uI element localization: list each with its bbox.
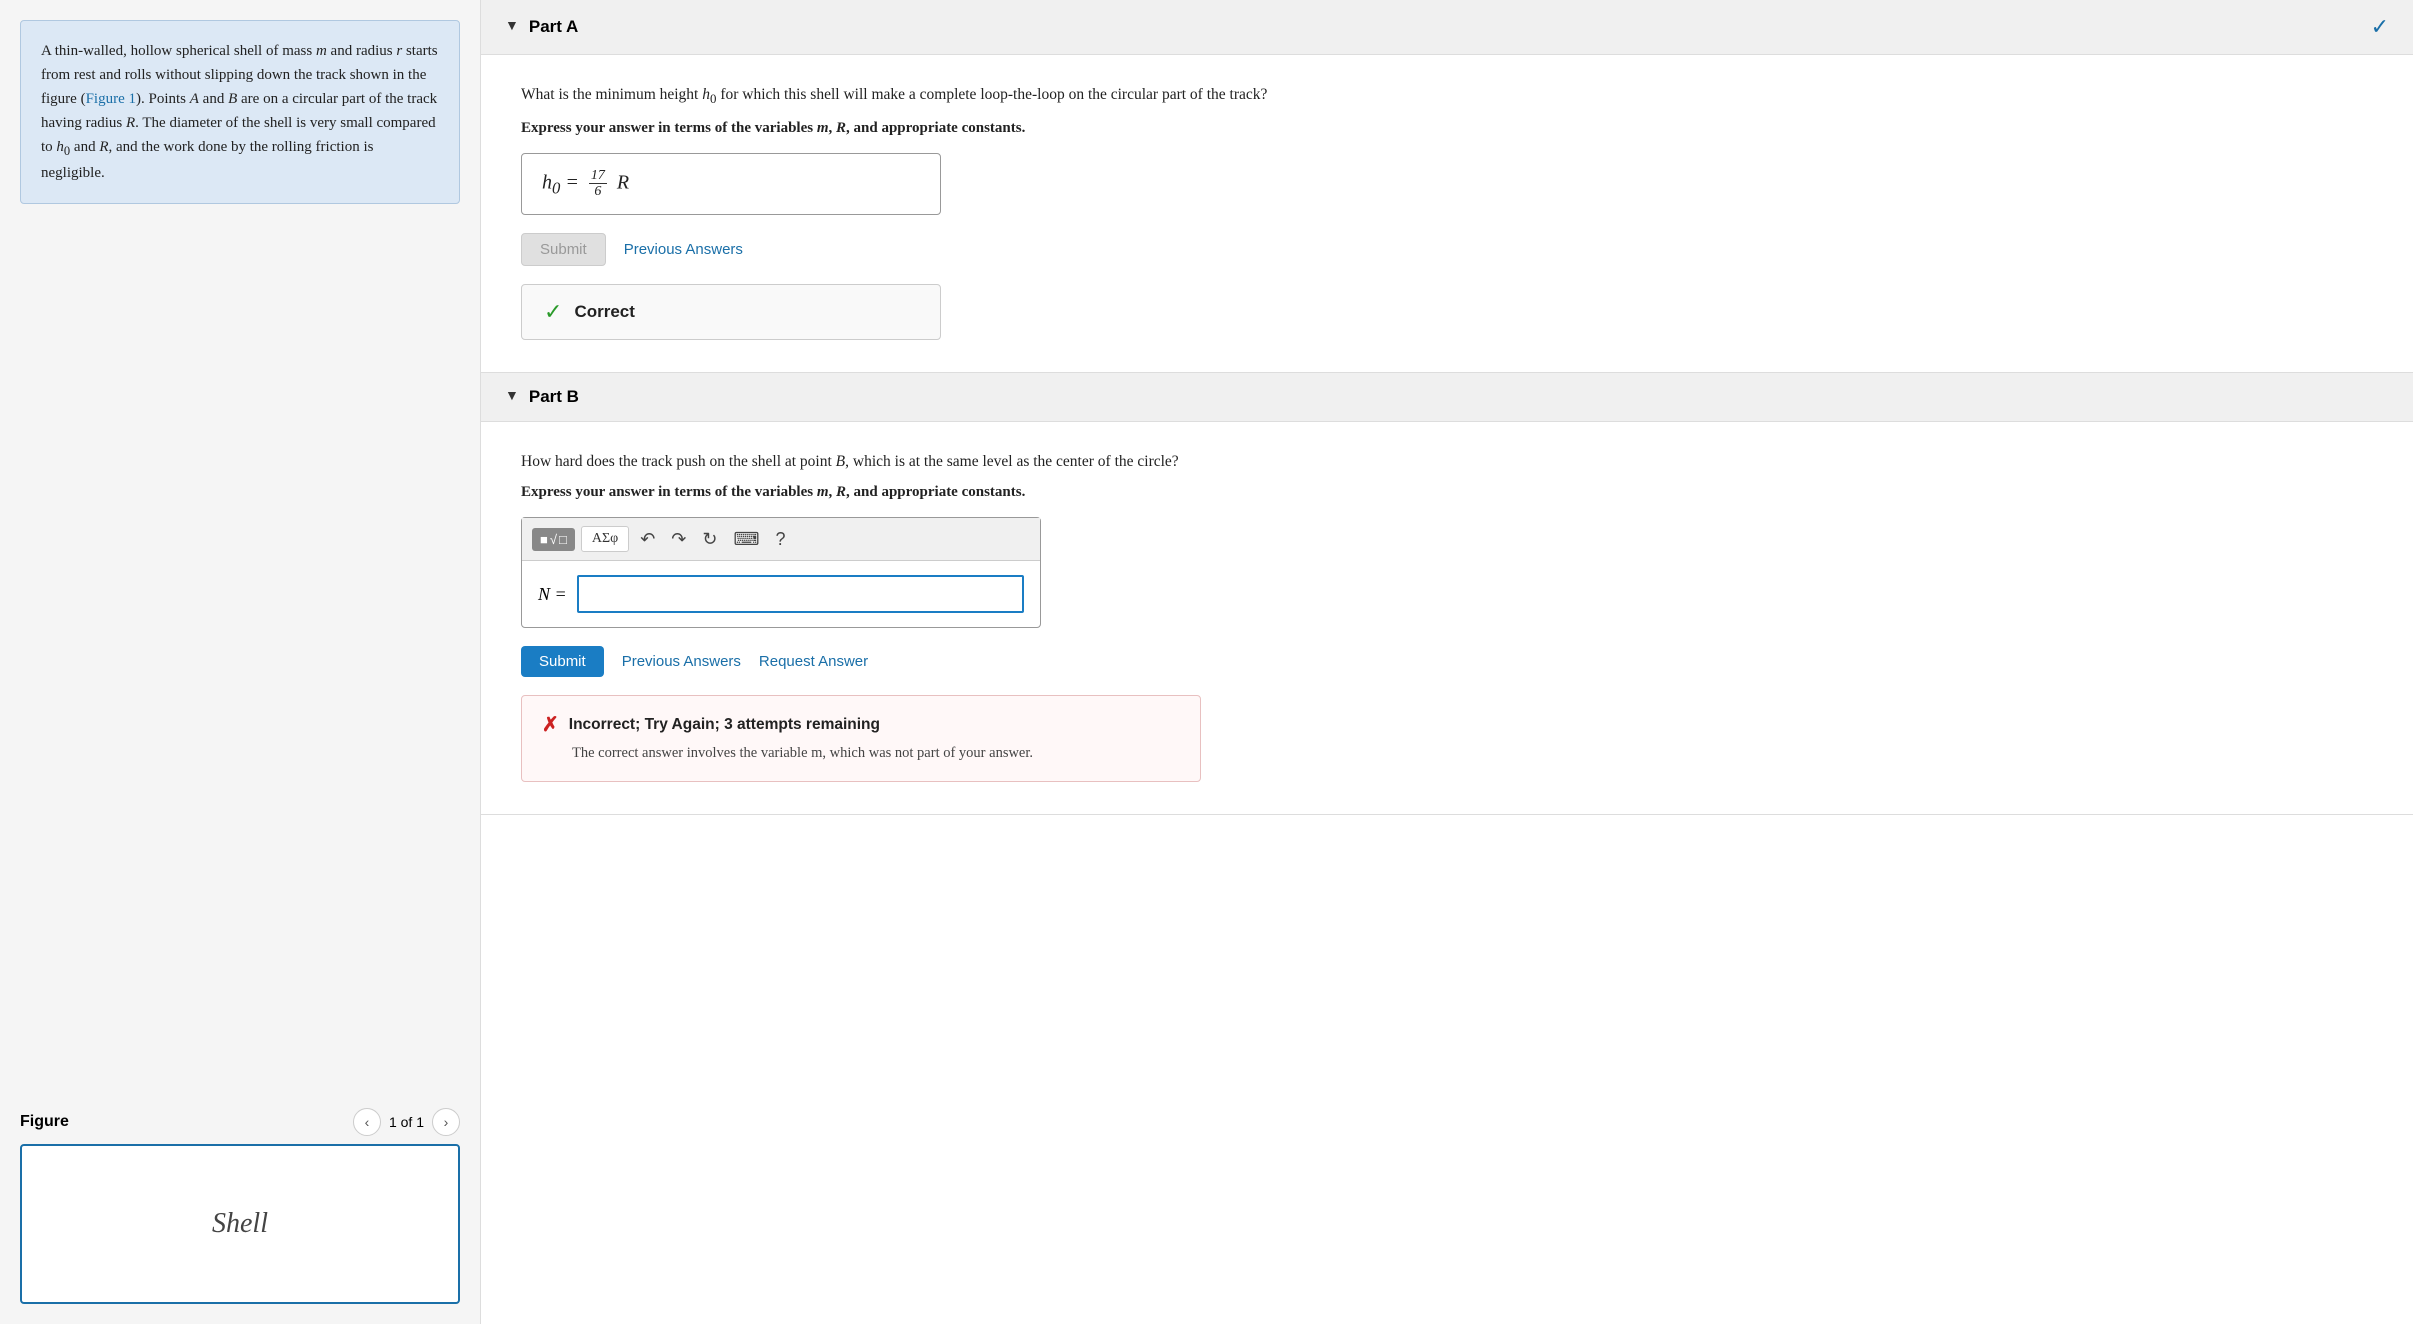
part-a-question: What is the minimum height h0 for which …	[521, 83, 2373, 110]
greek-button[interactable]: AΣφ	[581, 526, 629, 552]
part-b-request-answer-link[interactable]: Request Answer	[759, 653, 868, 670]
part-a-fraction: 17 6	[589, 168, 607, 200]
figure-section: Figure ‹ 1 of 1 › Shell	[20, 1108, 460, 1304]
part-a-action-row: Submit Previous Answers	[521, 233, 2373, 266]
part-b-incorrect-banner: ✗ Incorrect; Try Again; 3 attempts remai…	[521, 695, 1201, 782]
undo-button[interactable]: ↶	[635, 527, 660, 552]
keyboard-button[interactable]: ⌨	[728, 527, 764, 552]
part-a-correct-banner: ✓ Correct	[521, 284, 941, 340]
part-b-previous-answers-link[interactable]: Previous Answers	[622, 653, 741, 670]
part-a-header[interactable]: ▼ Part A ✓	[481, 0, 2413, 55]
incorrect-x-icon: ✗	[542, 712, 559, 737]
part-b-header[interactable]: ▼ Part B	[481, 373, 2413, 422]
part-b-action-row: Submit Previous Answers Request Answer	[521, 646, 2373, 677]
part-a-answer-box: h0 = 17 6 R	[521, 153, 941, 215]
math-template-icon: ■	[540, 532, 548, 547]
part-b-math-input-container: ■ √ □ AΣφ ↶ ↷ ↻ ⌨ ? N =	[521, 517, 1041, 628]
part-b-content: How hard does the track push on the shel…	[481, 422, 2413, 815]
part-a-checkmark: ✓	[2371, 14, 2389, 40]
left-panel: A thin-walled, hollow spherical shell of…	[0, 0, 480, 1324]
math-sqrt-icon: √	[550, 532, 557, 547]
correct-label: Correct	[574, 302, 634, 322]
part-b-express-note: Express your answer in terms of the vari…	[521, 484, 2373, 501]
incorrect-header: ✗ Incorrect; Try Again; 3 attempts remai…	[542, 712, 1180, 737]
reset-button[interactable]: ↻	[697, 527, 722, 552]
part-a-section: ▼ Part A ✓ What is the minimum height h0…	[481, 0, 2413, 373]
part-b-question: How hard does the track push on the shel…	[521, 450, 2373, 475]
figure-shell-label: Shell	[212, 1208, 268, 1240]
math-input-row: N =	[522, 561, 1040, 627]
part-b-title: Part B	[529, 387, 579, 407]
figure-navigation: ‹ 1 of 1 ›	[353, 1108, 460, 1136]
incorrect-title: Incorrect; Try Again; 3 attempts remaini…	[569, 716, 880, 734]
part-a-content: What is the minimum height h0 for which …	[481, 55, 2413, 372]
help-button[interactable]: ?	[770, 527, 790, 552]
part-a-submit-button[interactable]: Submit	[521, 233, 606, 266]
figure-next-button[interactable]: ›	[432, 1108, 460, 1136]
greek-label: AΣφ	[592, 531, 618, 546]
part-b-submit-button[interactable]: Submit	[521, 646, 604, 677]
figure-prev-button[interactable]: ‹	[353, 1108, 381, 1136]
part-b-input-label: N =	[538, 584, 567, 605]
correct-checkmark-icon: ✓	[544, 299, 562, 325]
figure-page-indicator: 1 of 1	[389, 1114, 424, 1130]
part-b-section: ▼ Part B How hard does the track push on…	[481, 373, 2413, 816]
incorrect-body: The correct answer involves the variable…	[572, 743, 1180, 765]
part-b-collapse-arrow: ▼	[505, 389, 519, 405]
part-a-express-note: Express your answer in terms of the vari…	[521, 120, 2373, 137]
math-template-button[interactable]: ■ √ □	[532, 528, 575, 551]
figure-link[interactable]: Figure 1	[86, 91, 136, 107]
right-panel: ▼ Part A ✓ What is the minimum height h0…	[480, 0, 2413, 1324]
part-b-answer-input[interactable]	[577, 575, 1024, 613]
part-a-collapse-arrow: ▼	[505, 19, 519, 35]
math-box-icon: □	[559, 532, 567, 547]
part-a-answer-math: h0 = 17 6 R	[542, 168, 629, 200]
figure-label: Figure	[20, 1113, 69, 1131]
math-toolbar: ■ √ □ AΣφ ↶ ↷ ↻ ⌨ ?	[522, 518, 1040, 561]
part-a-previous-answers-link[interactable]: Previous Answers	[624, 241, 743, 258]
problem-description: A thin-walled, hollow spherical shell of…	[20, 20, 460, 204]
problem-text: A thin-walled, hollow spherical shell of…	[41, 43, 438, 181]
figure-image: Shell	[20, 1144, 460, 1304]
redo-button[interactable]: ↷	[666, 527, 691, 552]
part-a-title: Part A	[529, 17, 578, 37]
